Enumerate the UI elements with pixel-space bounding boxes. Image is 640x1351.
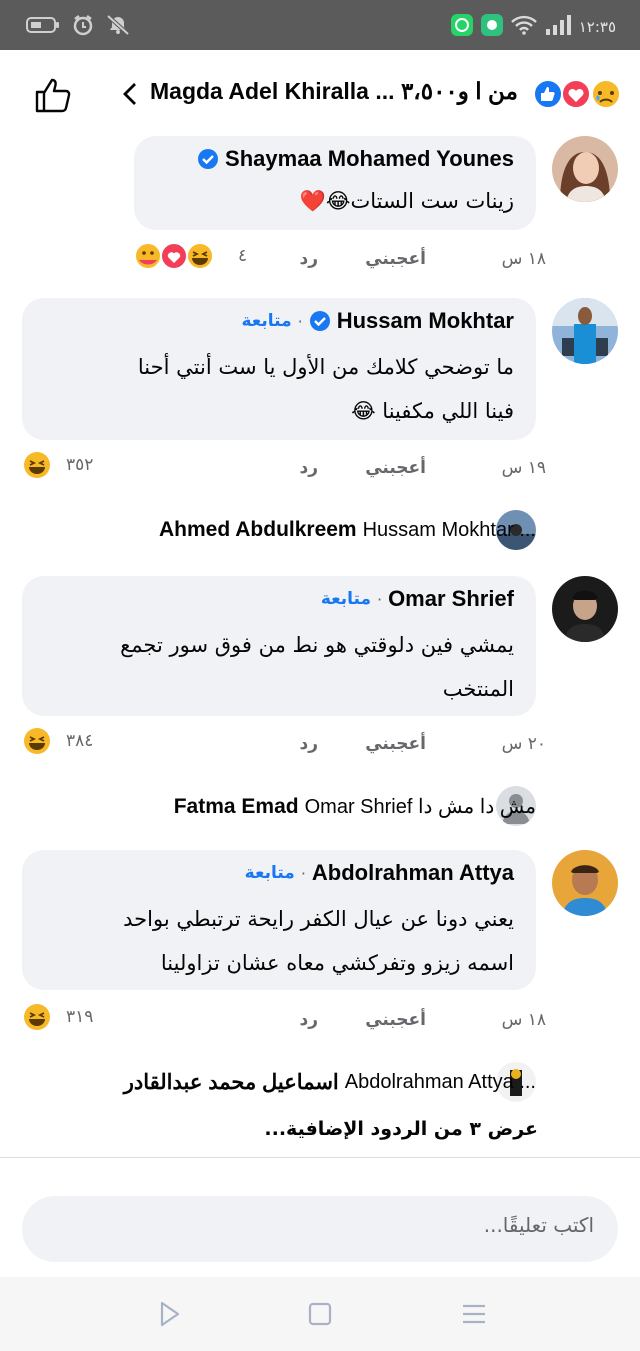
signal-icon bbox=[545, 15, 571, 39]
reply-action[interactable]: رد bbox=[299, 458, 318, 478]
like-action[interactable]: أعجبني bbox=[365, 1010, 426, 1030]
recents-nav-icon bbox=[463, 1304, 485, 1324]
love-reaction-icon bbox=[160, 242, 188, 270]
reaction-count: ٣٥٢ bbox=[66, 455, 94, 475]
follow-button[interactable]: متابعة bbox=[321, 589, 371, 609]
comment-text: زينات ست الستات😂❤️ bbox=[299, 189, 514, 213]
like-action[interactable]: أعجبني bbox=[365, 249, 426, 269]
verified-badge-icon bbox=[309, 311, 330, 331]
comment-text-line: اسمه زيزو وتفركشي معاه عشان تزاولينا bbox=[160, 951, 514, 975]
reply-preview[interactable]: اسماعيل محمد عبدالقادر Abdolrahman Attya… bbox=[124, 1070, 536, 1095]
reply-author: Ahmed Abdulkreem bbox=[159, 518, 357, 541]
avatar[interactable] bbox=[552, 136, 618, 202]
haha-reaction-icon bbox=[24, 1004, 50, 1030]
avatar[interactable] bbox=[552, 850, 618, 916]
comment-bubble[interactable]: Hussam Mokhtar · متابعة ما توضحي كلامك م… bbox=[22, 298, 536, 440]
comment-author[interactable]: Shaymaa Mohamed Younes bbox=[225, 146, 514, 172]
comment-reactions[interactable]: ٣٥٢ bbox=[22, 450, 93, 480]
comment-reactions[interactable]: ٣٨٤ bbox=[22, 726, 93, 756]
alarm-icon bbox=[72, 14, 94, 40]
reply-preview[interactable]: Fatma Emad Omar Shrief مش دا مش دا bbox=[174, 794, 536, 819]
haha-reaction-icon bbox=[186, 242, 214, 270]
reply-action[interactable]: رد bbox=[299, 1010, 318, 1030]
love-reaction-icon bbox=[561, 79, 591, 109]
avatar[interactable] bbox=[552, 576, 618, 642]
care-reaction-icon bbox=[134, 242, 162, 270]
comment-reactions[interactable]: ٤ bbox=[134, 240, 247, 272]
avatar[interactable] bbox=[552, 298, 618, 364]
back-nav-button[interactable] bbox=[156, 1300, 184, 1328]
reply-preview[interactable]: Ahmed Abdulkreem Hussam Mokhtar ... bbox=[159, 518, 536, 542]
like-button[interactable] bbox=[34, 76, 72, 114]
reaction-count: ٤ bbox=[238, 246, 248, 266]
like-action[interactable]: أعجبني bbox=[365, 458, 426, 478]
comment-text-line: يمشي فين دلوقتي هو نط من فوق سور تجمع bbox=[120, 633, 514, 657]
like-action[interactable]: أعجبني bbox=[365, 734, 426, 754]
view-more-replies-link[interactable]: عرض ٣ من الردود الإضافية... bbox=[264, 1118, 538, 1140]
comment-bubble[interactable]: Abdolrahman Attya · متابعة يعني دونا عن … bbox=[22, 850, 536, 990]
back-button[interactable] bbox=[120, 80, 140, 108]
comment-author[interactable]: Hussam Mokhtar bbox=[337, 308, 514, 334]
recents-nav-button[interactable] bbox=[460, 1300, 488, 1328]
separator-dot: · bbox=[297, 311, 303, 331]
separator-dot: · bbox=[376, 589, 383, 609]
follow-button[interactable]: متابعة bbox=[241, 311, 291, 331]
comment-time: ١٨ س bbox=[501, 1010, 546, 1030]
verified-badge-icon bbox=[198, 149, 219, 169]
haha-reaction-icon bbox=[24, 728, 50, 754]
header-title[interactable]: Magda Adel Khiralla ... من ا و٣،٥٠٠ bbox=[150, 78, 518, 105]
comment-time: ١٨ س bbox=[501, 249, 546, 269]
wifi-icon bbox=[510, 15, 537, 39]
like-reaction-icon bbox=[533, 79, 563, 109]
thumbs-up-icon bbox=[35, 78, 71, 113]
comment-bubble[interactable]: Omar Shrief · متابعة يمشي فين دلوقتي هو … bbox=[22, 576, 536, 716]
reply-snippet: Abdolrahman Attya ... bbox=[344, 1071, 536, 1093]
whatsapp-icon bbox=[450, 14, 473, 40]
reaction-count: ٣١٩ bbox=[66, 1007, 94, 1027]
mute-icon bbox=[106, 14, 130, 40]
comment-author[interactable]: Omar Shrief bbox=[388, 586, 514, 612]
sad-reaction-icon bbox=[591, 79, 621, 109]
follow-button[interactable]: متابعة bbox=[245, 863, 295, 883]
comment-bubble[interactable]: Shaymaa Mohamed Younes زينات ست الستات😂❤… bbox=[134, 136, 536, 230]
comment-text-line: ما توضحي كلامك من الأول يا ست أنتي أحنا bbox=[137, 355, 514, 379]
reaction-count: ٣٨٤ bbox=[66, 731, 94, 751]
header-reaction-count: و٣،٥٠٠ bbox=[400, 78, 469, 104]
separator-dot: · bbox=[300, 863, 306, 883]
home-nav-icon bbox=[308, 1302, 332, 1326]
status-time: ١٢:٣٥ bbox=[578, 18, 616, 36]
comment-text-line: المنتخب bbox=[442, 677, 514, 701]
app-icon bbox=[480, 14, 503, 40]
reply-action[interactable]: رد bbox=[299, 249, 318, 269]
reply-author: Fatma Emad bbox=[173, 794, 299, 818]
home-nav-button[interactable] bbox=[306, 1300, 334, 1328]
header-reactions[interactable] bbox=[532, 78, 624, 110]
comment-text-line: فينا اللي مكفينا 😂 bbox=[351, 399, 514, 423]
comment-time: ١٩ س bbox=[501, 458, 546, 478]
reply-author: اسماعيل محمد عبدالقادر bbox=[123, 1071, 339, 1094]
comment-text-line: يعني دونا عن عيال الكفر رايحة ترتبطي بوا… bbox=[123, 907, 514, 931]
comment-time: ٢٠ س bbox=[501, 734, 546, 754]
reply-action[interactable]: رد bbox=[299, 734, 318, 754]
haha-reaction-icon bbox=[24, 452, 50, 478]
reply-snippet: Hussam Mokhtar ... bbox=[362, 518, 536, 541]
comment-reactions[interactable]: ٣١٩ bbox=[22, 1002, 93, 1032]
chevron-left-icon bbox=[123, 83, 136, 105]
comment-input-placeholder: اكتب تعليقًا... bbox=[483, 1213, 594, 1237]
back-nav-icon bbox=[160, 1301, 180, 1327]
battery-icon bbox=[26, 15, 60, 39]
reply-snippet: Omar Shrief مش دا مش دا bbox=[304, 796, 536, 818]
comment-author[interactable]: Abdolrahman Attya bbox=[312, 860, 514, 886]
status-bar: ١٢:٣٥ bbox=[0, 0, 640, 50]
